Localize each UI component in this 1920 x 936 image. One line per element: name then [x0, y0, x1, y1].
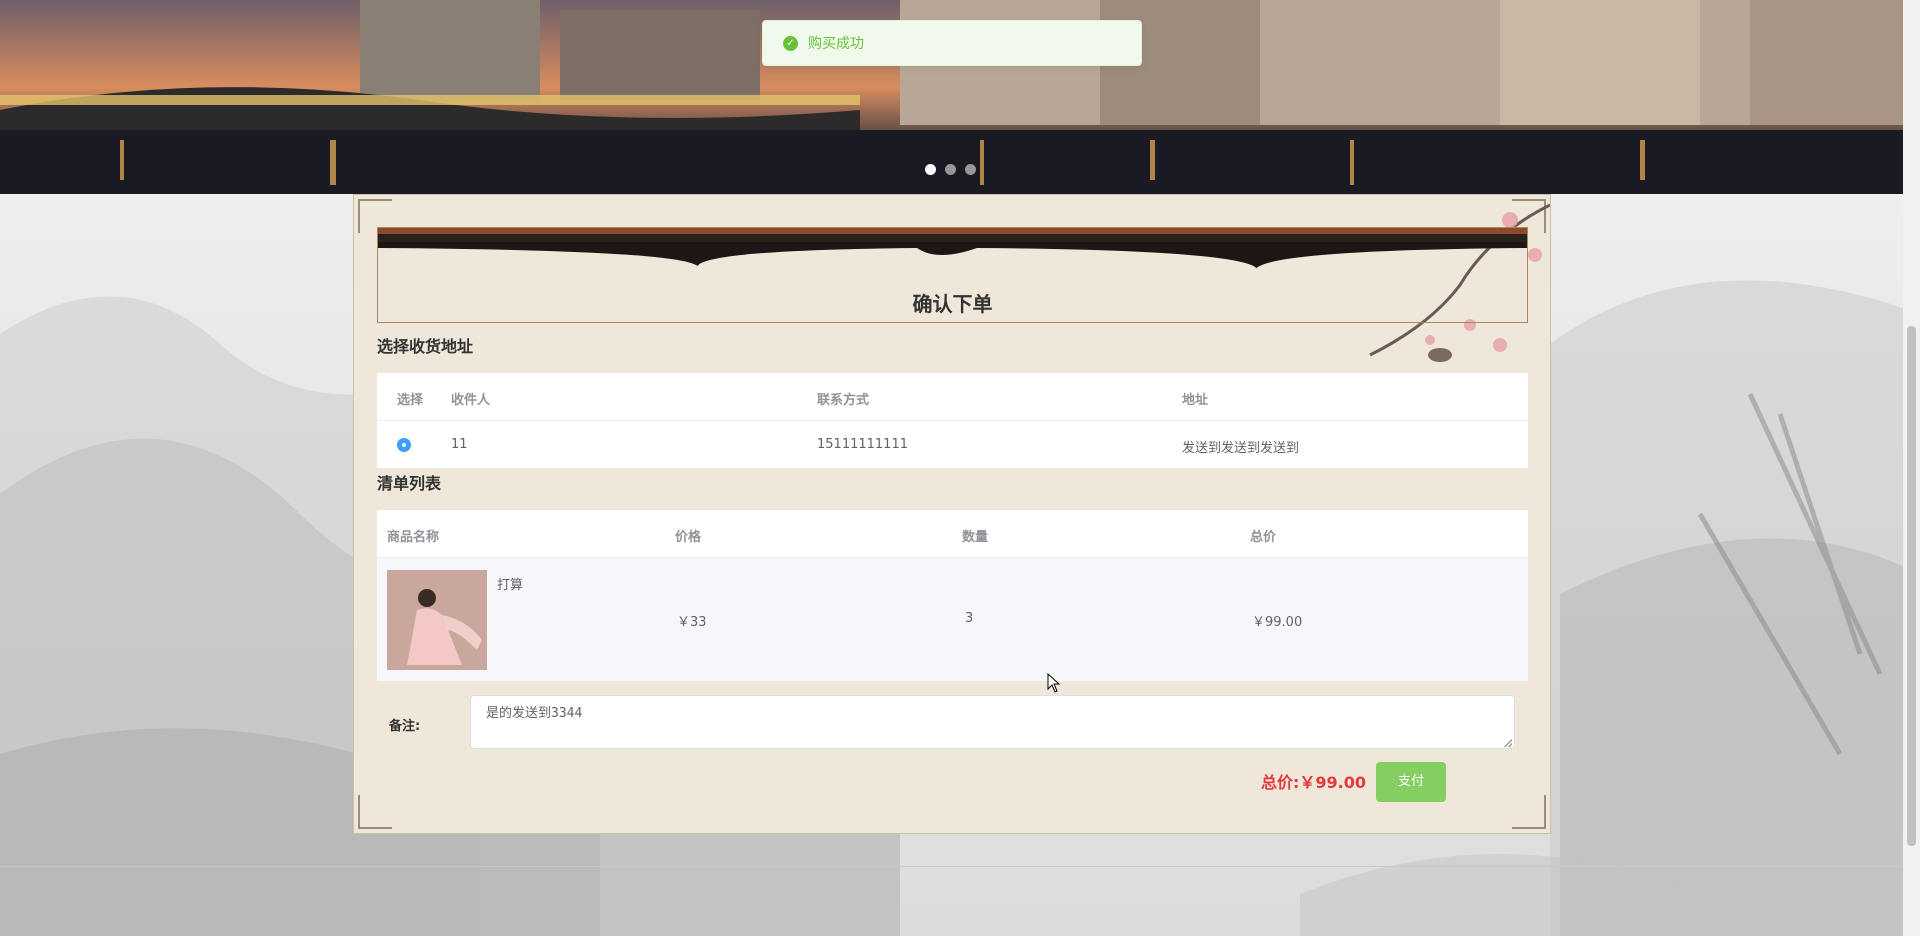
scrollbar-thumb[interactable]: [1907, 326, 1916, 846]
note-label: 备注:: [389, 719, 421, 734]
address-section-title: 选择收货地址: [377, 337, 474, 356]
contact-cell: 15111111111: [817, 437, 908, 452]
header-select: 选择: [397, 393, 424, 408]
row-total-cell: ￥99.00: [1252, 615, 1303, 630]
table-row: 打算 ￥33 3 ￥99.00: [377, 558, 1528, 681]
quantity-cell: 3: [965, 611, 974, 626]
header-price: 价格: [675, 530, 702, 545]
page-scrollbar[interactable]: [1903, 0, 1920, 936]
check-circle-icon: ✓: [783, 35, 798, 51]
success-toast: ✓ 购买成功: [762, 20, 1142, 66]
header-product-name: 商品名称: [387, 530, 440, 545]
carousel-dot-1[interactable]: [925, 164, 936, 175]
header-contact: 联系方式: [817, 393, 870, 408]
order-total: 总价:￥99.00: [1261, 769, 1366, 793]
address-table: 选择 收件人 联系方式 地址 11 15111111111 发送到发送到发送到: [377, 373, 1528, 468]
toast-message: 购买成功: [808, 36, 864, 52]
ink-strip-decoration: [378, 228, 1527, 268]
address-cell: 发送到发送到发送到: [1182, 441, 1300, 456]
carousel-dot-2[interactable]: [945, 164, 956, 175]
address-radio[interactable]: [397, 438, 411, 452]
header-quantity: 数量: [962, 530, 989, 545]
pay-button[interactable]: 支付: [1376, 762, 1446, 802]
price-cell: ￥33: [677, 615, 707, 630]
total-label: 总价:: [1261, 773, 1300, 792]
header-address: 地址: [1182, 393, 1209, 408]
footer-divider: [0, 866, 1903, 867]
product-name: 打算: [497, 578, 524, 593]
product-thumbnail: [387, 570, 487, 670]
table-row[interactable]: 11 15111111111 发送到发送到发送到: [377, 421, 1528, 468]
frame-corner: [1512, 795, 1546, 829]
items-section-title: 清单列表: [377, 474, 442, 493]
order-confirm-panel: 确认下单 选择收货地址 选择 收件人 联系方式 地址 11 1511111111…: [353, 194, 1551, 834]
items-table: 商品名称 价格 数量 总价 打算 ￥33 3 ￥99.00: [377, 510, 1528, 681]
carousel-indicators: [925, 164, 976, 175]
carousel-dot-3[interactable]: [965, 164, 976, 175]
items-table-header: 商品名称 价格 数量 总价: [377, 510, 1528, 558]
header-total: 总价: [1250, 530, 1277, 545]
page-title: 确认下单: [912, 292, 993, 316]
total-value: ￥99.00: [1299, 773, 1367, 792]
header-receiver: 收件人: [451, 393, 491, 408]
title-box: 确认下单: [377, 227, 1528, 323]
note-textarea[interactable]: 是的发送到3344: [470, 695, 1515, 749]
address-table-header: 选择 收件人 联系方式 地址: [377, 373, 1528, 421]
mouse-cursor-icon: [1047, 673, 1061, 693]
receiver-cell: 11: [451, 437, 468, 452]
textarea-resize-handle[interactable]: [1504, 739, 1512, 747]
frame-corner: [358, 795, 392, 829]
